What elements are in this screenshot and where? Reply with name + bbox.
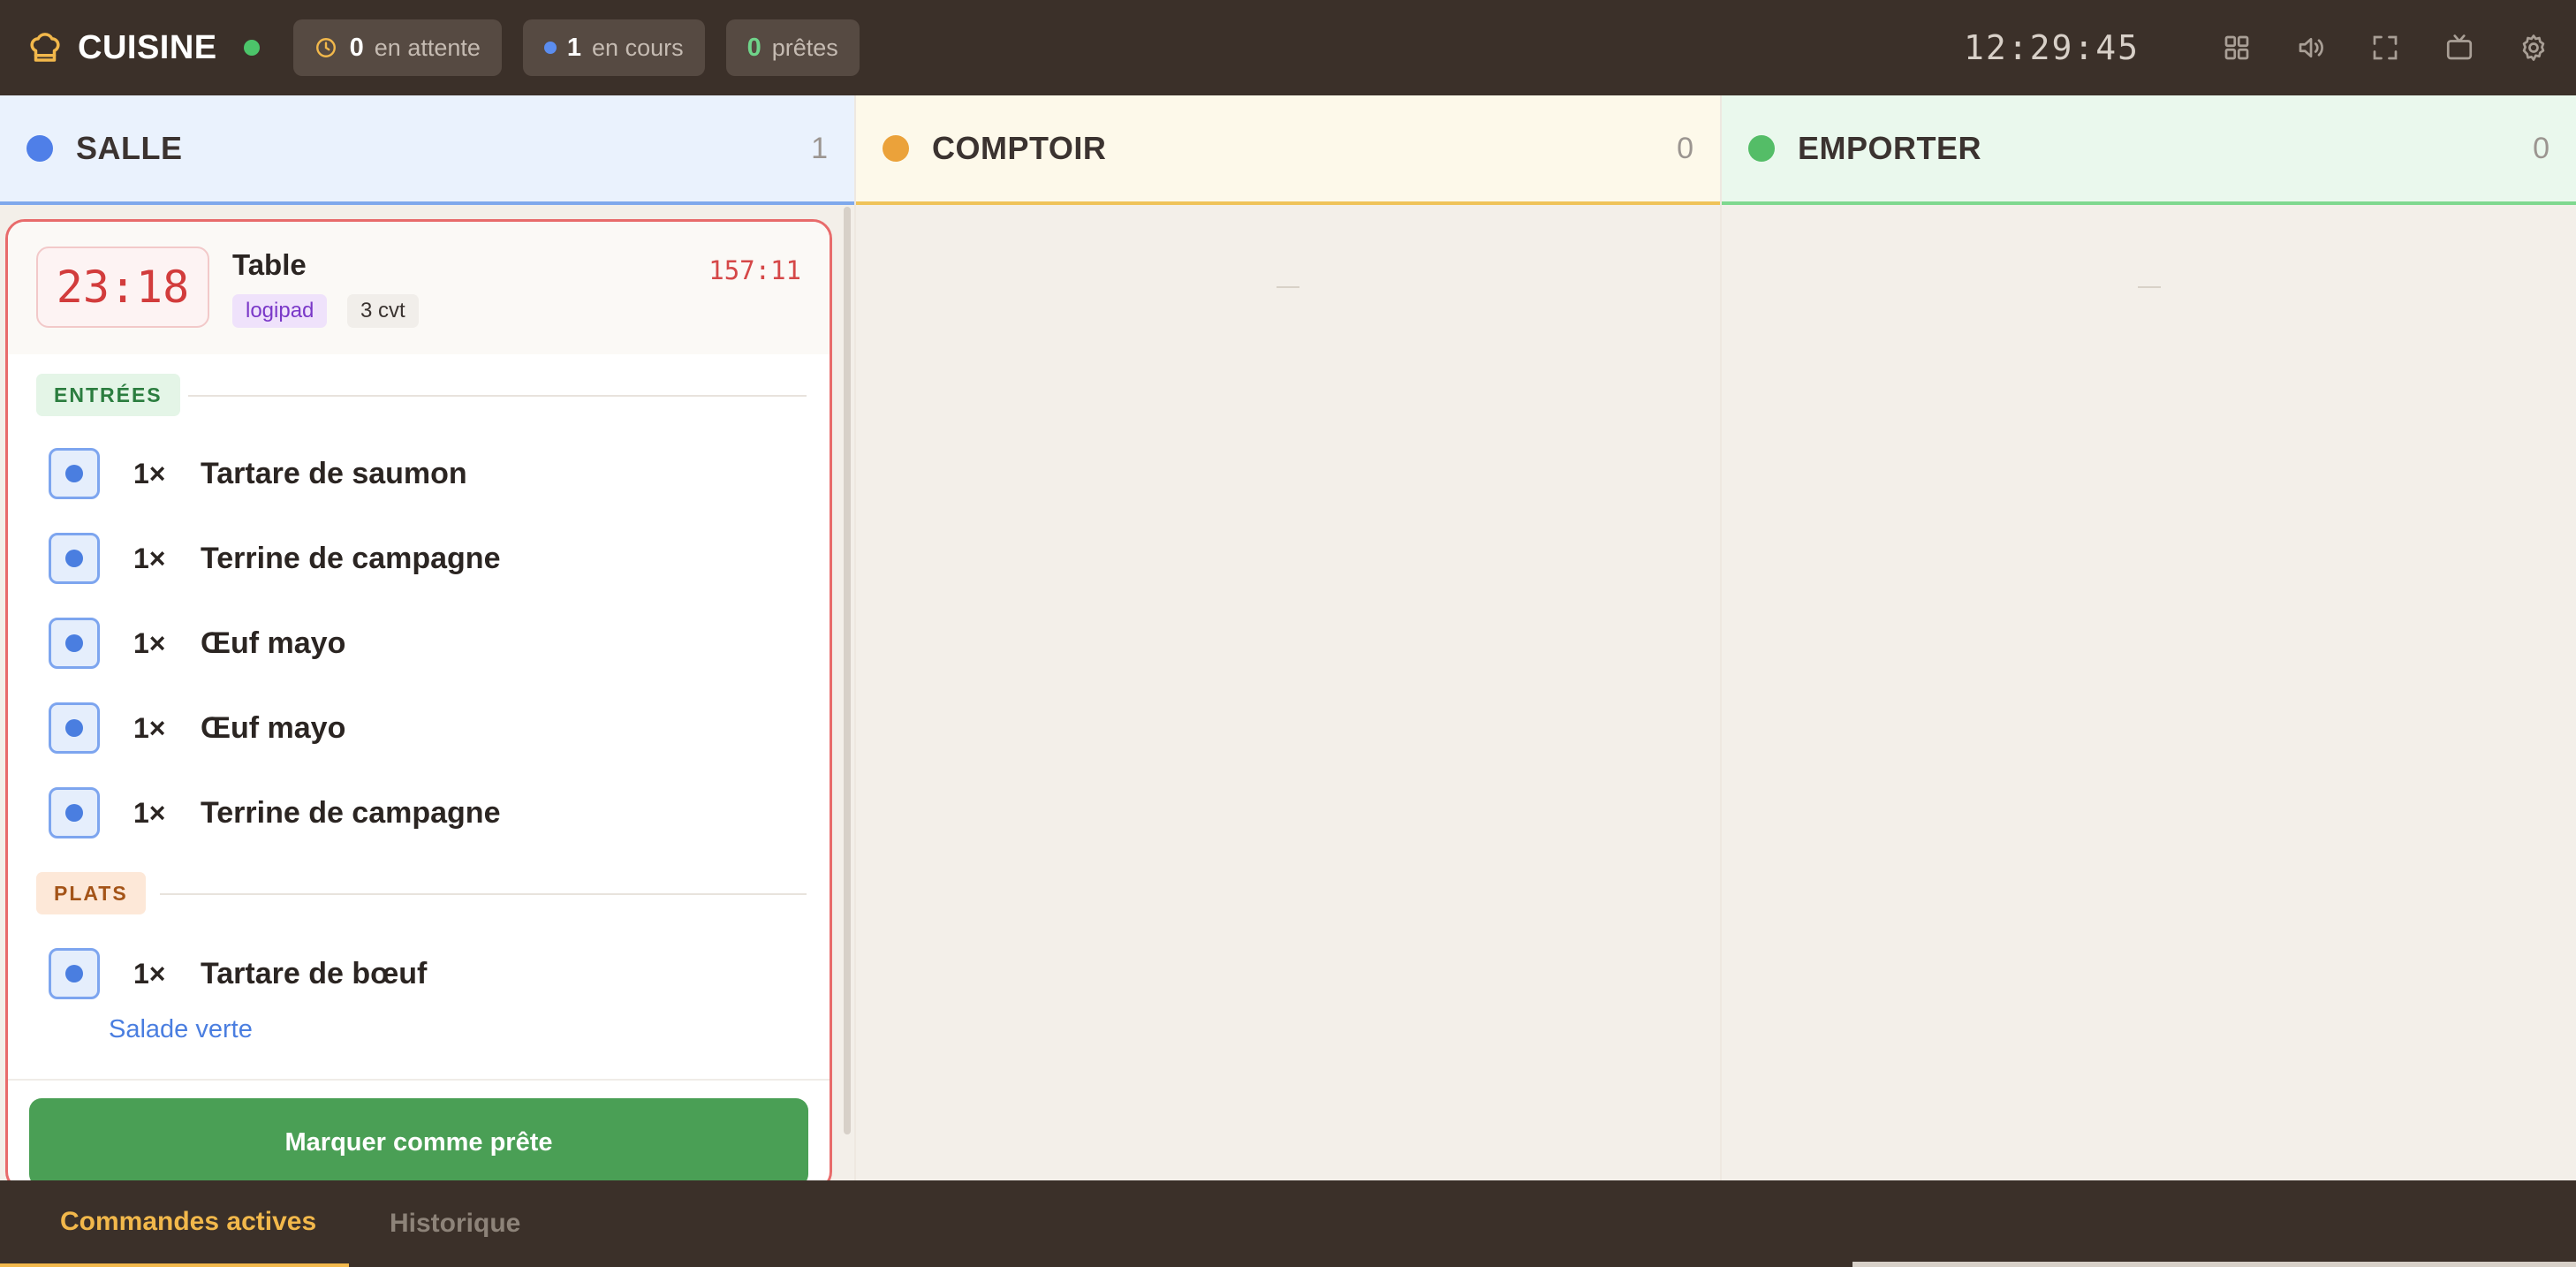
column-title: SALLE: [76, 130, 183, 166]
column-scrollbar[interactable]: [844, 207, 851, 1134]
waiting-label: en attente: [374, 34, 481, 61]
item-checkbox[interactable]: [49, 533, 100, 584]
order-timer: 23:18: [36, 247, 209, 328]
column-count: 1: [811, 131, 828, 165]
order-card-footer: Marquer comme prête: [8, 1079, 830, 1188]
column-color-dot: [1748, 135, 1775, 162]
ready-label: prêtes: [771, 34, 838, 61]
in-progress-count: 1: [566, 33, 582, 62]
item-quantity: 1×: [133, 711, 166, 744]
column-header-comptoir: COMPTOIR 0: [856, 95, 1720, 205]
ready-count-pill[interactable]: 0 prêtes: [725, 19, 860, 76]
column-salle: SALLE 1 23:18 Table logipad 3 cvt 157:11…: [0, 95, 854, 1191]
order-covers-tag: 3 cvt: [347, 294, 419, 328]
column-emporter: EMPORTER 0: [1720, 95, 2576, 1180]
app-title: CUISINE: [78, 28, 217, 66]
checkbox-dot: [65, 550, 83, 567]
clock-time: 12:29:45: [1963, 28, 2140, 67]
waiting-count: 0: [349, 33, 364, 62]
connection-status-dot: [243, 40, 260, 56]
order-item: 1× Terrine de campagne: [49, 533, 501, 584]
column-header-salle: SALLE 1: [0, 95, 854, 205]
clock-icon: [315, 38, 336, 57]
waiting-count-pill[interactable]: 0 en attente: [292, 19, 502, 76]
column-header-emporter: EMPORTER 0: [1722, 95, 2576, 205]
section-divider: [160, 893, 807, 895]
column-color-dot: [27, 135, 53, 162]
grid-icon[interactable]: [2221, 32, 2253, 64]
item-name: Œuf mayo: [201, 626, 346, 660]
bottom-tab-bar: Commandes actives Historique: [0, 1180, 2576, 1267]
item-name: Tartare de saumon: [201, 456, 467, 490]
item-checkbox[interactable]: [49, 948, 100, 999]
order-title: Table: [232, 248, 307, 281]
volume-icon[interactable]: [2295, 32, 2327, 64]
top-bar: CUISINE 0 en attente 1 en cours 0 prêtes…: [0, 0, 2576, 95]
ready-count: 0: [746, 33, 761, 62]
item-quantity: 1×: [133, 796, 166, 829]
item-modifier: Salade verte: [109, 1015, 253, 1043]
order-item: 1× Tartare de saumon: [49, 448, 467, 499]
order-columns: SALLE 1 23:18 Table logipad 3 cvt 157:11…: [0, 95, 2576, 1191]
header-tools: 12:29:45: [1964, 28, 2549, 67]
item-checkbox[interactable]: [49, 618, 100, 669]
item-checkbox[interactable]: [49, 448, 100, 499]
fullscreen-icon[interactable]: [2369, 32, 2401, 64]
checkbox-dot: [65, 634, 83, 652]
in-progress-label: en cours: [592, 34, 684, 61]
column-count: 0: [1677, 131, 1693, 165]
tab-history[interactable]: Historique: [390, 1180, 520, 1267]
checkbox-dot: [65, 804, 83, 822]
column-color-dot: [883, 135, 909, 162]
order-card: 23:18 Table logipad 3 cvt 157:11 ENTRÉES…: [5, 219, 832, 1191]
checkbox-dot: [65, 719, 83, 737]
horizontal-scrollbar[interactable]: [1852, 1262, 2576, 1267]
order-item: 1× Œuf mayo: [49, 702, 345, 754]
item-quantity: 1×: [133, 957, 166, 990]
order-elapsed-time: 157:11: [708, 255, 801, 285]
order-item: 1× Tartare de bœuf: [49, 948, 427, 999]
in-progress-count-pill[interactable]: 1 en cours: [522, 19, 705, 76]
order-item: 1× Terrine de campagne: [49, 787, 501, 838]
item-name: Tartare de bœuf: [201, 956, 428, 990]
mark-ready-button[interactable]: Marquer comme prête: [29, 1098, 808, 1187]
item-checkbox[interactable]: [49, 787, 100, 838]
item-quantity: 1×: [133, 626, 166, 659]
brand: CUISINE: [27, 29, 217, 67]
order-timer-value: 23:18: [56, 262, 190, 313]
chef-hat-icon: [30, 33, 60, 62]
column-comptoir: COMPTOIR 0: [854, 95, 1720, 1180]
in-progress-dot: [543, 42, 557, 54]
empty-placeholder: [1277, 286, 1299, 288]
column-title: EMPORTER: [1798, 130, 1982, 166]
column-count: 0: [2533, 131, 2549, 165]
tab-active-orders[interactable]: Commandes actives: [0, 1180, 349, 1267]
order-item: 1× Œuf mayo: [49, 618, 345, 669]
item-quantity: 1×: [133, 542, 166, 574]
checkbox-dot: [65, 465, 83, 482]
order-card-header: 23:18 Table logipad 3 cvt 157:11: [8, 222, 830, 354]
section-label-plats: PLATS: [36, 872, 146, 914]
empty-placeholder: [2137, 286, 2161, 288]
section-label-entrees: ENTRÉES: [36, 374, 180, 416]
column-title: COMPTOIR: [932, 130, 1107, 166]
item-quantity: 1×: [133, 457, 166, 489]
item-name: Terrine de campagne: [201, 795, 501, 830]
item-name: Terrine de campagne: [201, 541, 501, 575]
item-name: Œuf mayo: [201, 710, 346, 745]
item-checkbox[interactable]: [49, 702, 100, 754]
tv-icon[interactable]: [2443, 32, 2475, 64]
order-source-tag: logipad: [232, 294, 328, 328]
checkbox-dot: [65, 965, 83, 982]
gear-icon[interactable]: [2518, 32, 2549, 64]
section-divider: [188, 395, 807, 397]
